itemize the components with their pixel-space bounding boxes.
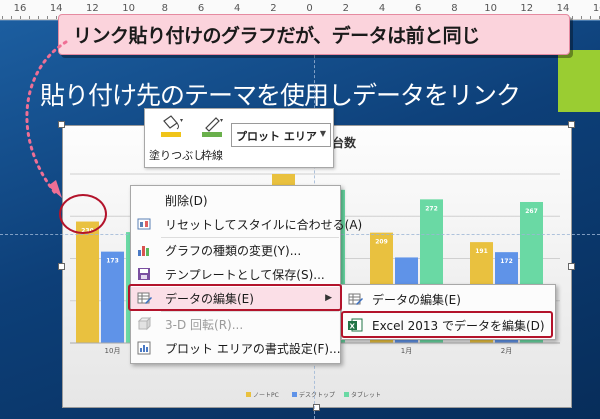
resize-handle-top-left[interactable] bbox=[58, 121, 65, 128]
edit-data-icon bbox=[348, 293, 363, 305]
menu-item-label: 削除(D) bbox=[165, 193, 208, 208]
chart-type-icon bbox=[138, 246, 149, 256]
data-label: 267 bbox=[525, 208, 538, 215]
menu-item-3d-rotation[interactable]: 3-D 回転(R)... bbox=[131, 313, 340, 335]
annotation-callout: リンク貼り付けのグラフだが、データは前と同じ bbox=[58, 14, 570, 55]
menu-item-label: グラフの種類の変更(Y)... bbox=[165, 243, 302, 258]
menu-item-save-template[interactable]: テンプレートとして保存(S)... bbox=[131, 263, 340, 285]
data-label: 209 bbox=[375, 239, 388, 246]
menu-item-reset-style[interactable]: リセットしてスタイルに合わせる(A) bbox=[131, 213, 362, 235]
x-tick-label: 2月 bbox=[501, 347, 512, 355]
resize-handle-right[interactable] bbox=[568, 263, 575, 270]
menu-separator bbox=[161, 237, 339, 238]
menu-item-label: 3-D 回転(R)... bbox=[165, 317, 244, 332]
legend-swatch bbox=[292, 392, 297, 397]
x-tick-label: 1月 bbox=[401, 347, 412, 355]
data-label: 272 bbox=[425, 205, 438, 212]
mini-toolbar: ▾ 塗りつぶし ▾ 枠線 プロット エリア ▼ bbox=[144, 108, 334, 168]
menu-item-change-chart-type[interactable]: グラフの種類の変更(Y)... bbox=[131, 239, 340, 261]
menu-item-format-plot-area[interactable]: プロット エリアの書式設定(F)... bbox=[131, 337, 341, 359]
annotation-box-edit-in-excel bbox=[341, 311, 553, 338]
reset-style-icon bbox=[137, 218, 151, 230]
chevron-down-icon: ▼ bbox=[319, 129, 326, 138]
menu-item-label: リセットしてスタイルに合わせる(A) bbox=[165, 217, 363, 232]
fill-label: 塗りつぶし bbox=[149, 149, 205, 162]
bar-ノートPC-10月[interactable] bbox=[76, 221, 99, 343]
submenu-item-label: データの編集(E) bbox=[372, 292, 461, 307]
annotation-box-edit-data bbox=[128, 284, 342, 311]
fill-button[interactable]: ▾ 塗りつぶし bbox=[149, 113, 205, 163]
legend-label: タブレット bbox=[351, 391, 381, 399]
menu-item-delete[interactable]: 削除(D) bbox=[131, 189, 340, 211]
legend-swatch bbox=[246, 392, 251, 397]
svg-text:▾: ▾ bbox=[220, 117, 223, 124]
chart-element-select[interactable]: プロット エリア ▼ bbox=[231, 123, 331, 147]
legend-swatch bbox=[344, 392, 349, 397]
legend-label: デスクトップ bbox=[299, 391, 335, 399]
svg-text:▾: ▾ bbox=[180, 117, 183, 124]
menu-separator bbox=[161, 311, 339, 312]
outline-label: 枠線 bbox=[201, 149, 223, 162]
chart-title[interactable]: 台数 bbox=[332, 134, 356, 151]
x-tick-label: 10月 bbox=[105, 347, 121, 355]
legend-label: ノートPC bbox=[253, 392, 279, 399]
data-label: 191 bbox=[475, 248, 488, 255]
data-label: 173 bbox=[106, 258, 119, 265]
pen-outline-icon: ▾ bbox=[202, 117, 223, 137]
context-menu: 削除(D) リセットしてスタイルに合わせる(A) グラフの種類の変更(Y)...… bbox=[130, 185, 362, 364]
submenu-item-edit-data[interactable]: データの編集(E) bbox=[342, 288, 555, 310]
menu-item-label: テンプレートとして保存(S)... bbox=[165, 267, 325, 282]
menu-item-label: プロット エリアの書式設定(F)... bbox=[165, 341, 341, 356]
outline-button[interactable]: ▾ 枠線 bbox=[195, 113, 229, 163]
callout-text: リンク貼り付けのグラフだが、データは前と同じ bbox=[73, 25, 480, 47]
save-template-icon bbox=[138, 268, 150, 280]
data-label: 172 bbox=[500, 258, 513, 265]
rotate-3d-icon bbox=[137, 316, 152, 331]
chart-element-select-value: プロット エリア bbox=[236, 130, 317, 143]
bar-デスクトップ-10月[interactable] bbox=[101, 251, 124, 343]
paint-bucket-icon: ▾ bbox=[161, 115, 183, 137]
format-icon bbox=[137, 341, 151, 355]
resize-handle-left[interactable] bbox=[58, 263, 65, 270]
resize-handle-top-right[interactable] bbox=[568, 121, 575, 128]
annotation-ellipse bbox=[59, 194, 107, 234]
